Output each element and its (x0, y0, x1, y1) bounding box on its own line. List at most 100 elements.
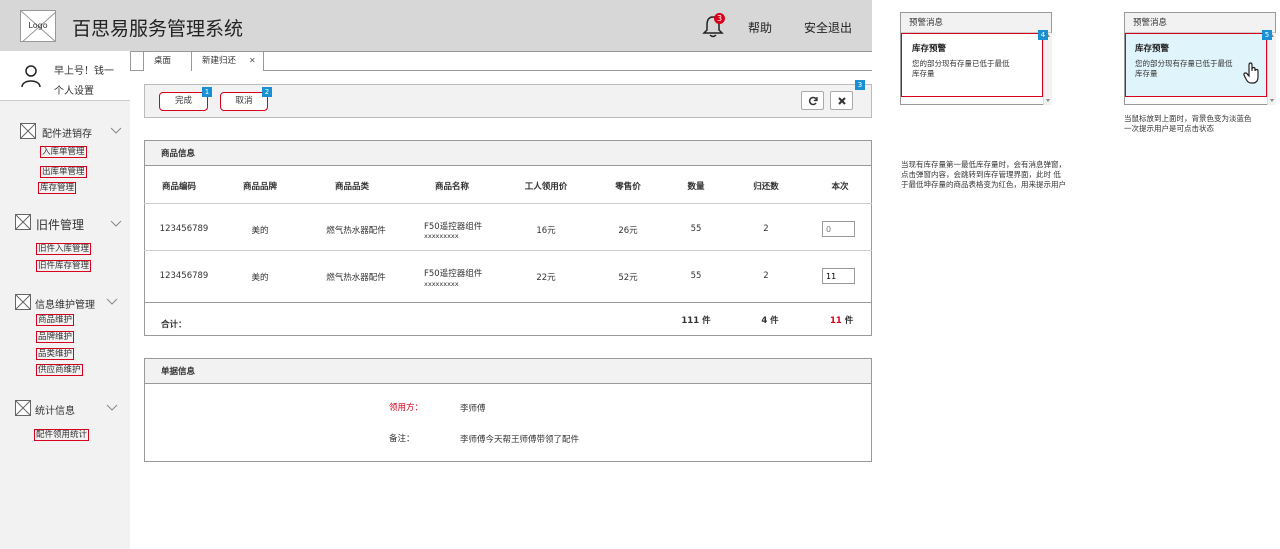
column-header: 数量 (687, 182, 705, 192)
menu-placeholder-icon (20, 123, 36, 139)
divider (144, 203, 872, 204)
cell-name: F50遥控器组件 (424, 269, 483, 279)
annotation-marker: 3 (855, 80, 865, 90)
hand-cursor-icon (1243, 62, 1263, 86)
sidebar-item-outbound[interactable]: 出库单管理 (40, 166, 87, 178)
sidebar-item-inbound[interactable]: 入库单管理 (40, 146, 87, 158)
hover-note: 一次提示用户是可点击状态 (1124, 124, 1214, 133)
total-qty: 111 件 (681, 316, 711, 326)
popup-scrollbar[interactable] (1043, 33, 1052, 105)
product-panel (144, 140, 872, 336)
notification-badge: 3 (714, 13, 725, 24)
sidebar-item-usage-stats[interactable]: 配件领用统计 (34, 429, 90, 441)
cell-worker-price: 22元 (536, 273, 556, 283)
description-note: 于最低坤存量的商品表格变为红色，用来提示用户 (901, 180, 1066, 189)
menu-group-statistics[interactable]: 统计信息 (35, 402, 75, 417)
divider (144, 165, 872, 166)
cell-qty: 55 (690, 224, 702, 234)
logout-link[interactable]: 安全退出 (804, 19, 852, 36)
annotation-marker: 2 (262, 87, 272, 97)
total-label: 合计： (161, 320, 187, 330)
menu-group-parts-inventory[interactable]: 配件进销存 (42, 125, 92, 140)
user-icon (20, 64, 42, 88)
sidebar-item-product[interactable]: 商品维护 (36, 314, 75, 326)
total-current: 11 件 (830, 314, 853, 326)
tab-desktop[interactable]: 桌面 (144, 52, 192, 71)
column-header: 商品编码 (161, 182, 196, 192)
menu-placeholder-icon (15, 400, 31, 416)
hover-note: 当鼠标放到上面时，背景色变为淡蓝色 (1124, 114, 1252, 123)
total-returned: 4 件 (761, 316, 779, 326)
cell-code: 123456789 (159, 224, 209, 234)
refresh-icon[interactable] (801, 91, 824, 110)
column-header: 商品品牌 (242, 182, 277, 192)
menu-group-info-maintenance[interactable]: 信息维护管理 (35, 296, 95, 311)
sidebar-item-stock[interactable]: 库存管理 (38, 182, 77, 194)
help-link[interactable]: 帮助 (748, 19, 772, 36)
total-current-unit: 件 (841, 316, 854, 326)
sidebar-item-supplier[interactable]: 供应商维护 (36, 364, 83, 376)
cell-qty: 55 (690, 271, 702, 281)
cell-returned: 2 (763, 271, 769, 281)
user-settings-link[interactable]: 个人设置 (54, 82, 94, 97)
logo-text: Logo (28, 21, 48, 30)
total-current-value: 11 (830, 316, 842, 326)
divider (144, 302, 872, 303)
cancel-button[interactable]: 取消 (220, 92, 268, 111)
popup-header: 预警消息 (901, 13, 1051, 33)
popup-scrollbar[interactable] (1267, 33, 1276, 105)
popup-title: 库存预警 (912, 44, 947, 54)
tab-new-return[interactable]: 新建归还 ✕ (192, 52, 264, 71)
cell-name-sub: xxxxxxxxx (424, 280, 459, 288)
menu-placeholder-icon (15, 294, 31, 310)
receiver-value: 李师傅 (460, 404, 486, 414)
remark-label: 备注： (389, 434, 415, 444)
annotation-marker: 5 (1262, 30, 1272, 40)
column-header: 零售价 (615, 182, 641, 192)
sidebar-item-old-stock[interactable]: 旧件库存管理 (36, 260, 92, 272)
order-panel-title: 单据信息 (144, 358, 872, 384)
column-header: 工人领用价 (524, 182, 568, 192)
popup-title: 库存预警 (1135, 44, 1170, 54)
remark-value: 李师傅今天帮王师傅带领了配件 (460, 435, 580, 445)
chevron-down-icon[interactable] (106, 404, 118, 412)
description-note: 当现有库存量第一最低库存量时，会有消息弹窗， (901, 160, 1066, 169)
cell-category: 燃气热水器配件 (326, 273, 386, 283)
product-panel-title: 商品信息 (144, 140, 872, 166)
sidebar-item-category[interactable]: 品类维护 (36, 348, 75, 360)
cell-worker-price: 16元 (536, 226, 556, 236)
chevron-down-icon[interactable] (110, 127, 122, 135)
description-note: 点击弹窗内容，会跳转到库存管理界面，此时 低 (901, 170, 1061, 179)
close-icon[interactable]: ✕ (249, 52, 256, 70)
popup-text: 您的部分现有存量已低于最低 (912, 59, 1010, 68)
current-qty-input[interactable] (822, 268, 855, 284)
current-qty-input[interactable] (822, 221, 855, 237)
cell-retail-price: 52元 (618, 273, 638, 283)
receiver-label: 领用方： (389, 403, 424, 413)
column-header: 归还数 (753, 182, 779, 192)
chevron-down-icon[interactable] (110, 220, 122, 228)
column-header: 本次 (831, 182, 849, 192)
chevron-down-icon[interactable] (106, 298, 118, 306)
annotation-marker: 4 (1038, 30, 1048, 40)
cell-returned: 2 (763, 224, 769, 234)
column-header: 商品名称 (434, 182, 469, 192)
cell-code: 123456789 (159, 271, 209, 281)
cell-category: 燃气热水器配件 (326, 226, 386, 236)
tab-label: 新建归还 (202, 56, 237, 66)
divider (144, 250, 872, 251)
menu-placeholder-icon (15, 214, 31, 230)
sidebar-item-brand[interactable]: 品牌维护 (36, 331, 75, 343)
annotation-marker: 1 (202, 87, 212, 97)
menu-group-old-parts[interactable]: 旧件管理 (36, 216, 84, 233)
cell-brand: 美的 (251, 273, 269, 283)
close-icon[interactable] (830, 91, 853, 110)
logo: Logo (20, 10, 56, 42)
done-button[interactable]: 完成 (159, 92, 208, 111)
app-title: 百思易服务管理系统 (72, 18, 244, 40)
user-greeting: 早上号！钱一 (54, 66, 114, 77)
popup-header: 预警消息 (1125, 13, 1275, 33)
sidebar-item-old-inbound[interactable]: 旧件入库管理 (36, 243, 92, 255)
cell-retail-price: 26元 (618, 226, 638, 236)
tab-scroll-left[interactable] (130, 52, 144, 71)
